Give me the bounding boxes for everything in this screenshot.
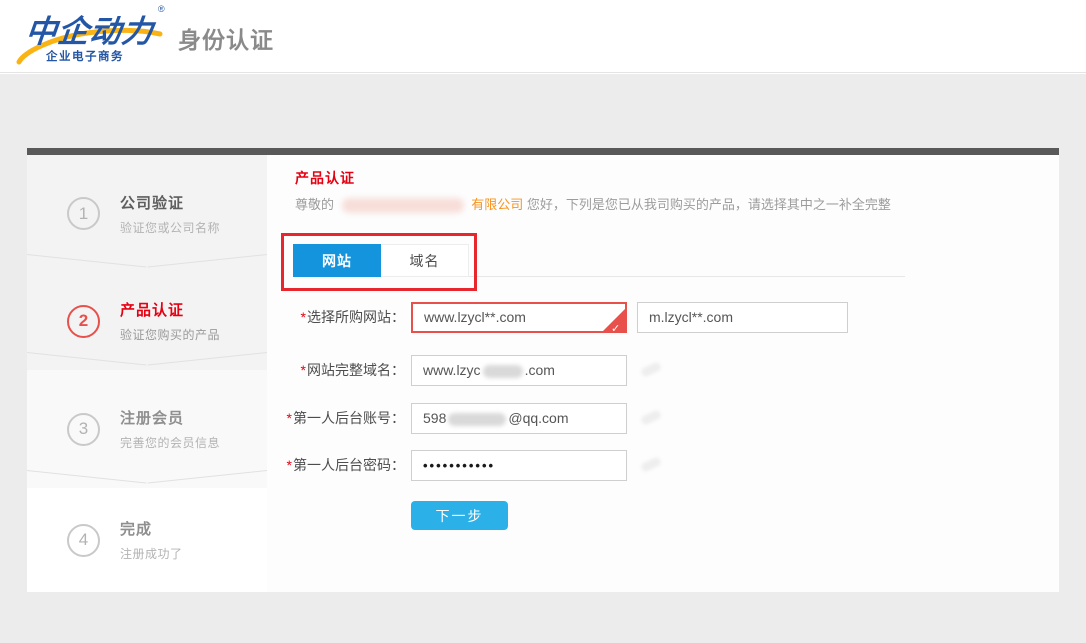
step-title: 注册会员 [120,407,220,428]
selected-check-icon: ✓ [602,308,626,332]
step-divider-chevron [27,470,267,484]
eye-icon[interactable] [640,456,662,473]
step-subtitle: 完善您的会员信息 [120,434,220,451]
field-label: *第一人后台账号： [267,403,405,434]
step-register-member: 3 注册会员 完善您的会员信息 [27,370,267,488]
company-suffix: 有限公司 [471,197,523,212]
step-complete: 4 完成 注册成功了 [27,488,267,592]
step-subtitle: 验证您购买的产品 [120,326,220,343]
next-step-button[interactable]: 下一步 [411,501,508,530]
panel-top-bar [27,148,1059,155]
step-divider-chevron [27,254,267,268]
eye-icon[interactable] [640,361,662,378]
site-option-selected[interactable]: www.lzycl**.com ✓ [411,302,627,333]
redacted-text [448,413,506,426]
step-subtitle: 验证您或公司名称 [120,219,220,236]
greeting-text: 尊敬的 有限公司 您好，下列是您已从我司购买的产品，请选择其中之一补全完整 [295,194,891,213]
product-tabs: 网站 域名 [293,244,469,277]
admin-password-input[interactable]: ••••••••••• [411,450,627,481]
domain-input[interactable]: www.lzyc.com [411,355,627,386]
page-title: 身份认证 [178,21,274,55]
header: 中企动力 ® 企业电子商务 身份认证 [0,0,1086,73]
tab-website[interactable]: 网站 [293,244,381,277]
field-label: *网站完整域名： [267,355,405,386]
redacted-company-name [342,198,464,213]
field-label: *第一人后台密码： [267,450,405,481]
main-panel: 1 公司验证 验证您或公司名称 2 产品认证 验证您购买的产品 3 注册会员 [27,148,1059,592]
step-product-verify: 2 产品认证 验证您购买的产品 [27,272,267,370]
logo-subtext: 企业电子商务 [46,48,124,64]
step-number-badge: 1 [67,197,100,230]
trademark-symbol: ® [158,4,165,14]
redacted-text [483,365,523,378]
greeting-suffix: 您好，下列是您已从我司购买的产品，请选择其中之一补全完整 [527,197,891,212]
required-mark: * [301,309,306,325]
step-number-badge: 4 [67,524,100,557]
step-title: 完成 [120,518,183,539]
required-mark: * [301,362,306,378]
step-divider-chevron [27,352,267,366]
step-company-verify: 1 公司验证 验证您或公司名称 [27,155,267,272]
logo-text: 中企动力 [24,6,157,51]
required-mark: * [287,410,292,426]
eye-icon[interactable] [640,409,662,426]
step-number-badge: 3 [67,413,100,446]
step-title: 公司验证 [120,192,220,213]
required-mark: * [287,457,292,473]
step-title: 产品认证 [120,299,220,320]
step-subtitle: 注册成功了 [120,545,183,562]
company-logo: 中企动力 ® 企业电子商务 [12,4,177,70]
steps-sidebar: 1 公司验证 验证您或公司名称 2 产品认证 验证您购买的产品 3 注册会员 [27,155,267,592]
section-title: 产品认证 [295,168,355,188]
site-option-alternate[interactable]: m.lzycl**.com [637,302,848,333]
greeting-prefix: 尊敬的 [295,197,334,212]
step-number-badge: 2 [67,305,100,338]
admin-account-input[interactable]: 598@qq.com [411,403,627,434]
field-label: *选择所购网站： [267,302,405,333]
content-area: 产品认证 尊敬的 有限公司 您好，下列是您已从我司购买的产品，请选择其中之一补全… [267,155,1059,592]
tab-domain[interactable]: 域名 [381,244,469,277]
